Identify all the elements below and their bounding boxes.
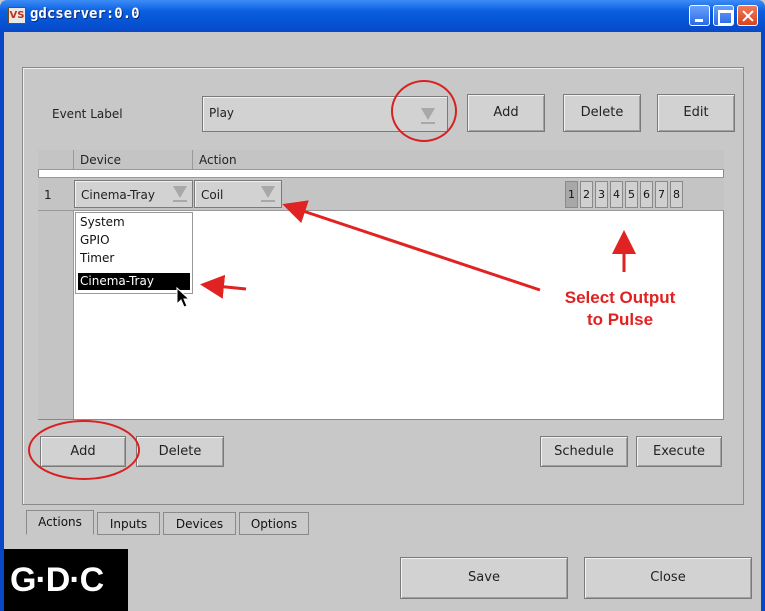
arrow-to-action bbox=[282, 200, 541, 292]
annotation-line-1: Select Output bbox=[564, 288, 676, 307]
annotation-text: Select Output to Pulse bbox=[520, 287, 720, 331]
annotation-line-2: to Pulse bbox=[586, 310, 654, 329]
arrow-to-cinema-tray bbox=[200, 274, 247, 299]
